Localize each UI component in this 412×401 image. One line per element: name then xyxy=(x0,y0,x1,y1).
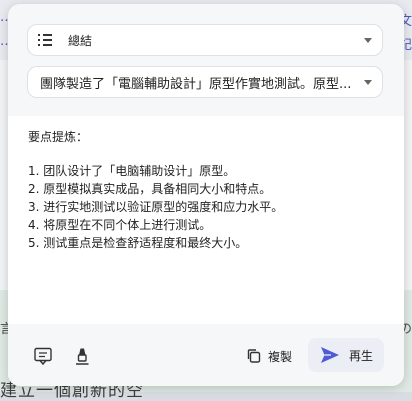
result-line: 3. 进行实地测试以验证原型的强度和应力水平。 xyxy=(28,200,284,214)
mode-dropdown[interactable]: 總結 xyxy=(27,24,383,56)
action-bar: 複製 再生 xyxy=(8,324,404,386)
result-line: 1. 团队设计了「电脑辅助设计」原型。 xyxy=(28,164,236,178)
result-line: 2. 原型模拟真实成品，具备相同大小和特点。 xyxy=(28,182,272,196)
feedback-icon xyxy=(34,347,52,366)
prompt-dropdown[interactable]: 團隊製造了「電腦輔助設計」原型作實地測試。原型... xyxy=(27,66,383,98)
copy-icon xyxy=(247,349,261,363)
feedback-button[interactable] xyxy=(31,344,55,368)
result-text-area[interactable]: 要点提炼： 1. 团队设计了「电脑辅助设计」原型。 2. 原型模拟真实成品，具备… xyxy=(8,116,404,324)
result-line: 5. 测试重点是检查舒适程度和最终大小。 xyxy=(28,236,248,250)
list-icon xyxy=(38,34,56,46)
chevron-down-icon xyxy=(364,37,372,43)
mode-dropdown-label: 總結 xyxy=(68,33,93,48)
regenerate-button[interactable]: 再生 xyxy=(308,338,384,372)
result-heading: 要点提炼： xyxy=(28,130,89,144)
chevron-down-icon xyxy=(364,79,372,85)
highlight-button[interactable] xyxy=(70,344,94,368)
copy-button[interactable]: 複製 xyxy=(246,346,292,366)
ai-writing-popup: 總結 團隊製造了「電腦輔助設計」原型作實地測試。原型... 要点提炼： 1. 团… xyxy=(8,4,404,386)
regenerate-button-label: 再生 xyxy=(348,348,373,363)
copy-button-label: 複製 xyxy=(268,349,293,364)
send-icon xyxy=(320,347,339,363)
prompt-dropdown-value: 團隊製造了「電腦輔助設計」原型作實地測試。原型... xyxy=(40,76,352,92)
highlighter-icon xyxy=(76,348,89,365)
result-line: 4. 将原型在不同个体上进行测试。 xyxy=(28,218,212,232)
